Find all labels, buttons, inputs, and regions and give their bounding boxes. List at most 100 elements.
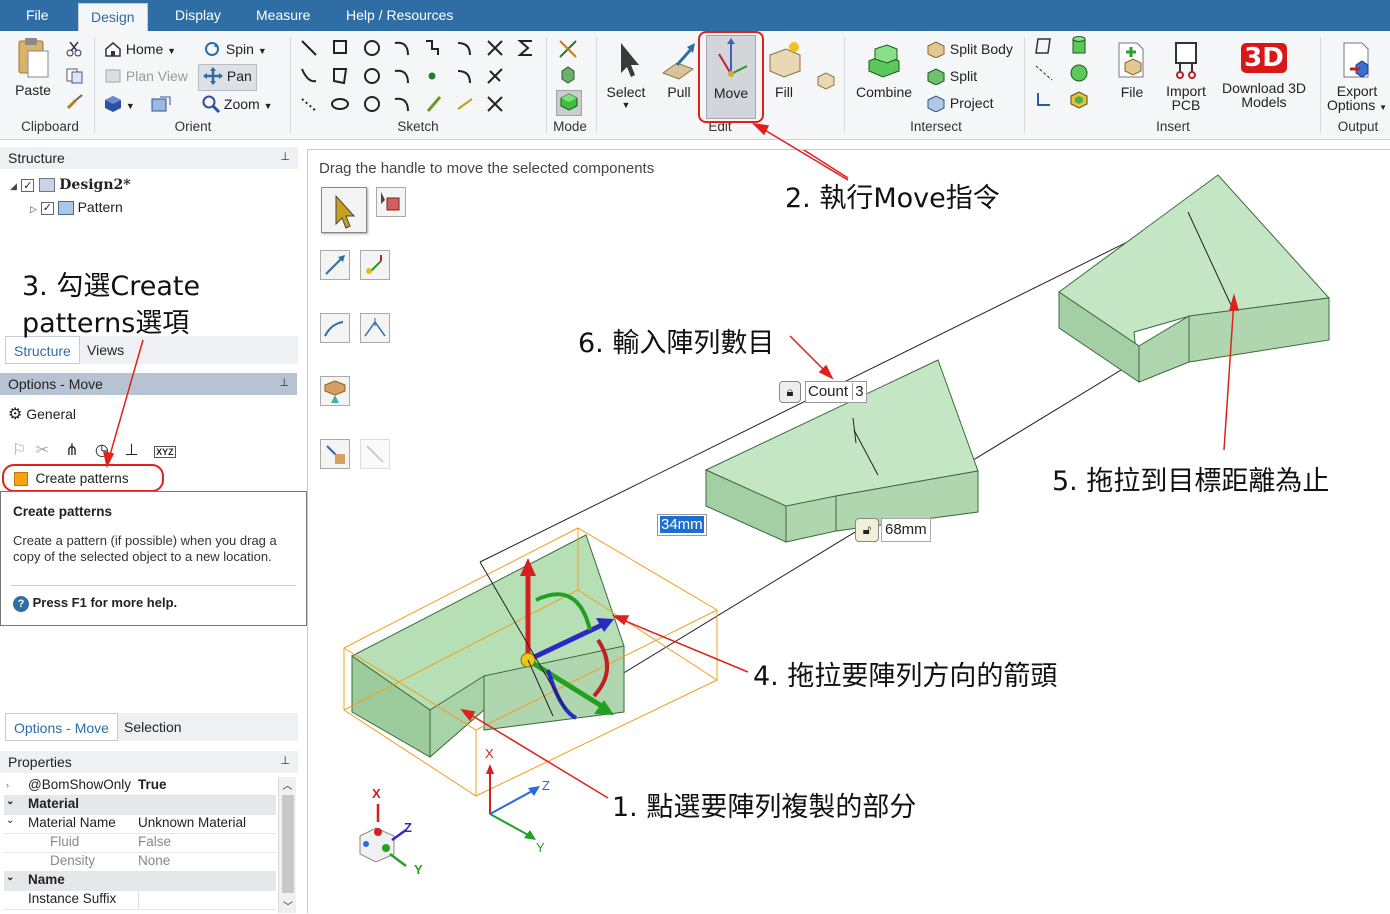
prop-row-bomshowonly[interactable]: › @BomShowOnly True <box>4 777 276 796</box>
pull-button[interactable]: Pull <box>656 39 702 100</box>
properties-scrollbar[interactable]: ︿ ﹀ <box>278 777 296 913</box>
split-line-icon[interactable] <box>487 68 503 84</box>
dim-total-field[interactable]: 68mm <box>881 518 931 542</box>
expand-icon[interactable]: ◢ <box>10 182 17 192</box>
menu-tab-file[interactable]: File <box>14 0 61 31</box>
general-section[interactable]: ⚙ General <box>8 404 76 424</box>
format-painter-button[interactable] <box>66 94 84 113</box>
prop-category-name[interactable]: ⌄ Name <box>4 872 276 891</box>
trim-icon[interactable] <box>487 40 503 56</box>
prop-category-material[interactable]: ⌄ Material <box>4 796 276 815</box>
menu-tab-help[interactable]: Help / Resources <box>334 0 465 31</box>
fill-button[interactable]: Fill <box>762 39 806 100</box>
polygon-icon[interactable] <box>333 68 348 85</box>
lock-toggle-icon[interactable]: 🔓︎ <box>855 518 879 542</box>
menu-tab-measure[interactable]: Measure <box>244 0 322 31</box>
prop-row-material-name[interactable]: ⌄ Material Name Unknown Material <box>4 815 276 834</box>
arc-3pt-icon[interactable] <box>394 69 409 84</box>
pattern-copy-3[interactable] <box>1058 174 1331 383</box>
view-toggle-button[interactable] <box>150 95 172 116</box>
home-button[interactable]: Home ▼ <box>104 41 176 60</box>
polyline-icon[interactable] <box>426 40 439 55</box>
pin-icon[interactable]: ⊥ <box>280 754 290 767</box>
download-3d-models-button[interactable]: 3D Download 3D Models <box>1216 39 1312 109</box>
offset-icon[interactable] <box>364 96 380 112</box>
arc-icon[interactable] <box>394 41 409 56</box>
tab-options-move[interactable]: Options - Move <box>5 713 118 741</box>
section-mode-button[interactable] <box>558 65 578 88</box>
spin-button[interactable]: Spin ▼ <box>202 41 267 60</box>
project-button[interactable]: Project <box>926 94 993 115</box>
count-value[interactable]: 3 <box>852 383 864 400</box>
dim-spacing-value[interactable]: 34mm <box>660 516 704 533</box>
bend-icon[interactable] <box>487 96 503 112</box>
tab-views[interactable]: Views <box>79 336 132 364</box>
split-body-button[interactable]: Split Body <box>926 40 1013 61</box>
line-icon[interactable] <box>301 40 317 56</box>
split-button[interactable]: Split <box>926 67 977 88</box>
3d-mode-button[interactable] <box>556 90 582 116</box>
dim-spacing-field[interactable]: 34mm <box>657 514 707 536</box>
prop-row-density[interactable]: Density None <box>4 853 276 872</box>
pan-button[interactable]: Pan <box>198 64 257 91</box>
tree-item-design[interactable]: ◢ ✓ Design2* <box>10 174 300 196</box>
trim-option-icon[interactable]: ✂ <box>36 440 62 460</box>
checkbox[interactable]: ✓ <box>40 201 54 215</box>
pin-icon[interactable]: ⊥ <box>279 376 289 389</box>
view-cube-button[interactable]: ▼ <box>104 95 135 116</box>
axis-button[interactable] <box>1034 64 1054 85</box>
copy-button[interactable] <box>66 68 84 87</box>
menu-tab-design[interactable]: Design <box>78 3 148 31</box>
import-pcb-button[interactable]: Import PCB <box>1160 39 1212 112</box>
plan-view-button[interactable]: Plan View <box>104 68 188 87</box>
pattern-option-icon[interactable]: ⋔ <box>65 440 91 460</box>
scroll-up-icon[interactable]: ︿ <box>279 777 296 792</box>
extend-icon[interactable] <box>426 96 442 112</box>
tab-structure[interactable]: Structure <box>5 336 80 364</box>
checkbox[interactable]: ✓ <box>21 178 35 192</box>
tweak-face-button[interactable] <box>814 69 836 94</box>
cut-button[interactable] <box>66 41 82 60</box>
measure-option-icon[interactable]: ⊥ <box>125 440 151 460</box>
sigma-icon[interactable] <box>517 40 532 56</box>
tab-selection[interactable]: Selection <box>116 713 190 741</box>
insert-file-button[interactable]: File <box>1108 39 1156 100</box>
sphere-button[interactable] <box>1068 62 1090 87</box>
project-icon[interactable] <box>457 98 473 110</box>
scroll-down-icon[interactable]: ﹀ <box>279 898 297 913</box>
ellipse-icon[interactable] <box>331 98 349 110</box>
lock-icon[interactable]: 🔒︎ <box>779 381 801 403</box>
cylinder-button[interactable] <box>1068 35 1090 60</box>
sketch-mode-button[interactable] <box>558 39 578 62</box>
tangent-arc-icon[interactable] <box>457 42 471 56</box>
prop-row-fluid[interactable]: Fluid False <box>4 834 276 853</box>
ruler-option-icon[interactable]: ⚐ <box>12 440 32 460</box>
select-button[interactable]: Select ▼ <box>602 39 650 110</box>
timer-option-icon[interactable]: ◷ <box>95 440 121 460</box>
view-cube[interactable] <box>359 804 407 867</box>
enclosure-button[interactable] <box>1068 89 1090 114</box>
circle-icon[interactable] <box>364 40 380 56</box>
spline-icon[interactable] <box>301 68 317 83</box>
dim-total-value[interactable]: 68mm <box>885 521 927 538</box>
prop-row-instance-suffix[interactable]: Instance Suffix <box>4 891 276 910</box>
paste-button[interactable]: Paste <box>10 37 56 98</box>
instance-suffix-field[interactable] <box>138 891 276 909</box>
count-field[interactable]: Count 3 <box>805 381 867 403</box>
prop-value[interactable]: Unknown Material <box>138 815 246 830</box>
sweep-arc-icon[interactable] <box>457 70 471 84</box>
point-icon[interactable] <box>428 72 436 80</box>
pin-icon[interactable]: ⊥ <box>280 150 290 163</box>
fillet-icon[interactable] <box>394 97 409 112</box>
scroll-thumb[interactable] <box>282 795 294 893</box>
origin-button[interactable] <box>1034 91 1054 112</box>
construction-line-icon[interactable] <box>301 98 317 112</box>
plane-button[interactable] <box>1034 37 1054 58</box>
export-options-button[interactable]: Export Options ▼ <box>1326 39 1388 115</box>
menu-tab-display[interactable]: Display <box>163 0 233 31</box>
zoom-button[interactable]: Zoom ▼ <box>202 95 273 116</box>
xyz-option-icon[interactable]: XYZ <box>154 446 176 458</box>
combine-button[interactable]: Combine <box>852 39 916 100</box>
circle-3pt-icon[interactable] <box>364 68 380 84</box>
collapse-icon[interactable]: ▷ <box>30 204 37 214</box>
